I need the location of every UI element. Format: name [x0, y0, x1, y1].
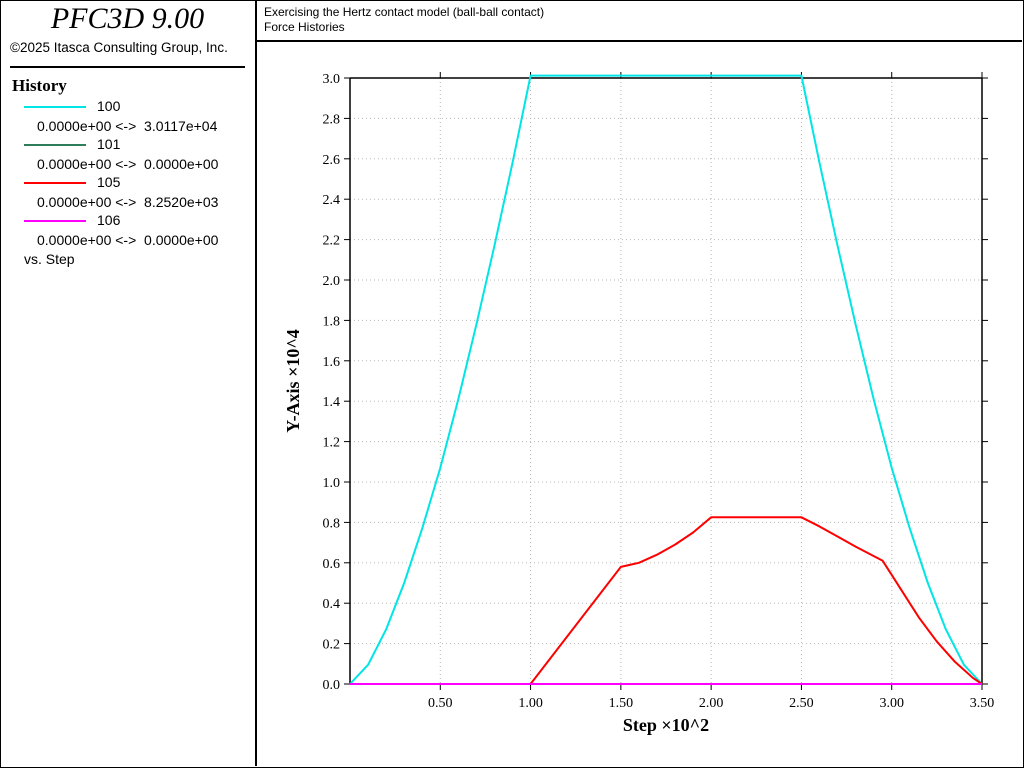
legend-name-105: 105: [97, 174, 121, 190]
legend-vs-label: vs. Step: [24, 251, 75, 267]
plot-description: Exercising the Hertz contact model (ball…: [264, 5, 545, 19]
force-history-chart: 0.0 0.2 0.4 0.6 0.8 1.0 1.2 1.4 1.6 1.8 2.0 2.2 2.4 2…: [283, 72, 995, 735]
legend-heading: History: [12, 76, 67, 95]
y-tick-label: 0.4: [323, 597, 341, 612]
y-tick-label: 1.8: [323, 314, 341, 329]
y-tick-label: 0.2: [323, 638, 341, 653]
x-tick-label: 3.00: [879, 696, 904, 711]
app-title: PFC3D 9.00: [50, 2, 205, 35]
y-tick-label: 1.4: [323, 395, 341, 410]
y-tick-label: 2.8: [323, 112, 341, 127]
legend-range-100: 0.0000e+00 <-> 3.0117e+04: [37, 118, 218, 134]
legend-range-106: 0.0000e+00 <-> 0.0000e+00: [37, 232, 219, 248]
y-tick-label: 2.4: [323, 193, 341, 208]
y-tick-label: 2.6: [323, 153, 341, 168]
legend-name-100: 100: [97, 98, 121, 114]
y-tick-label: 1.2: [323, 436, 341, 451]
legend-range-105: 0.0000e+00 <-> 8.2520e+03: [37, 194, 219, 210]
x-tick-label: 0.50: [428, 696, 453, 711]
legend-panel: [0, 0, 257, 766]
x-tick-label: 1.50: [609, 696, 634, 711]
y-tick-label: 1.0: [323, 476, 341, 491]
x-axis-title: Step ×10^2: [623, 715, 709, 735]
x-tick-label: 2.50: [789, 696, 814, 711]
legend-range-101: 0.0000e+00 <-> 0.0000e+00: [37, 156, 219, 172]
copyright-text: ©2025 Itasca Consulting Group, Inc.: [10, 40, 228, 55]
y-tick-label: 2.2: [323, 234, 341, 249]
y-tick-label: 0.6: [323, 557, 341, 572]
series-line-105: [350, 516, 983, 685]
legend-line-105: [24, 182, 86, 184]
x-tick-label: 1.00: [518, 696, 543, 711]
legend-divider: [10, 66, 245, 68]
legend-line-101: [24, 144, 86, 146]
y-tick-label: 0.8: [323, 516, 341, 531]
legend-name-101: 101: [97, 136, 121, 152]
y-axis-title: Y-Axis ×10^4: [283, 329, 303, 433]
y-tick-label: 1.6: [323, 355, 341, 370]
series-line-100: [349, 74, 983, 685]
legend-line-106: [24, 220, 86, 222]
y-tick-label: 0.0: [323, 678, 341, 693]
x-tick-label: 3.50: [970, 696, 995, 711]
y-tick-label: 3.0: [323, 72, 341, 87]
y-tick-label: 2.0: [323, 274, 341, 289]
legend-line-100: [24, 106, 86, 108]
legend-name-106: 106: [97, 212, 121, 228]
x-tick-label: 2.00: [699, 696, 724, 711]
plot-subtitle: Force Histories: [264, 20, 345, 34]
